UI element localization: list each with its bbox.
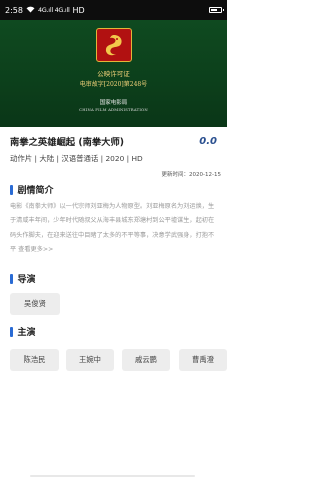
home-indicator[interactable]: [30, 475, 195, 477]
signal-icon: 4G.ıll 4G.ıll: [37, 6, 70, 14]
director-section-header: 导演: [10, 272, 36, 285]
status-time: 2:58: [5, 5, 23, 15]
director-heading: 导演: [17, 275, 36, 285]
title-row: 南拳之英雄崛起 (南拳大师) 0.0: [10, 134, 217, 149]
cast-chip[interactable]: 戚云鹏: [122, 349, 170, 371]
plot-heading: 剧情简介: [17, 186, 54, 196]
hd-icon: HD: [72, 5, 85, 15]
plot-section-header: 剧情简介: [10, 183, 54, 196]
movie-meta: 动作片 | 大陆 | 汉语普通话 | 2020 | HD: [10, 154, 143, 163]
permit-title: 公映许可证: [97, 70, 130, 78]
section-accent-bar: [10, 326, 13, 337]
issuer-cn: 国家电影局: [99, 100, 128, 106]
cast-heading: 主演: [17, 328, 36, 338]
movie-title: 南拳之英雄崛起 (南拳大师): [10, 137, 125, 148]
update-time: 更新时间：2020-12-15: [161, 172, 221, 178]
cast-chip[interactable]: 王婉中: [66, 349, 114, 371]
movie-score: 0.0: [199, 135, 217, 147]
section-accent-bar: [10, 184, 13, 195]
section-accent-bar: [10, 273, 13, 284]
wifi-icon: [26, 6, 35, 15]
plot-summary: 电影《南拳大师》以一代宗师刘亚梅为人物原型。刘亚梅原名为刘运焕，生于清咸丰年间，…: [10, 200, 218, 257]
status-bar: 2:58 4G.ıll 4G.ıll HD: [0, 0, 227, 20]
cast-section-header: 主演: [10, 325, 36, 338]
battery-icon: [209, 7, 224, 13]
cast-chip[interactable]: 陈浩民: [10, 349, 59, 371]
cast-chip[interactable]: 曹禹澄: [179, 349, 227, 371]
permit-number: 电审故字[2020]第248号: [79, 81, 148, 88]
video-player[interactable]: 公映许可证 电审故字[2020]第248号 国家电影局 CHINA FILM A…: [0, 20, 227, 127]
issuer-en: CHINA FILM ADMINISTRATION: [79, 107, 148, 112]
dragon-emblem-icon: [96, 28, 132, 62]
show-more-link[interactable]: 查看更多>>: [18, 246, 53, 253]
director-chip[interactable]: 吴俊贤: [10, 293, 60, 315]
